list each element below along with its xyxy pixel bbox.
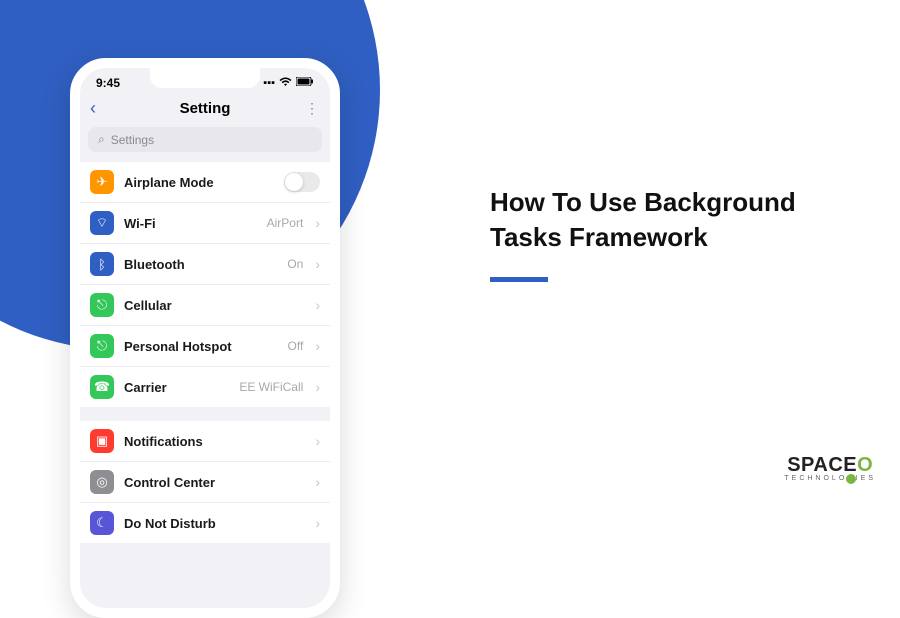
row-label: Notifications	[124, 434, 303, 449]
row-value: Off	[288, 339, 304, 353]
personal-hotspot-icon: ⎋	[90, 334, 114, 358]
more-button[interactable]: ⋮	[305, 100, 320, 117]
cellular-icon: ⎋	[90, 293, 114, 317]
settings-row-bluetooth[interactable]: ᛒ Bluetooth On ›	[80, 244, 330, 285]
status-time: 9:45	[96, 76, 120, 90]
headline: How To Use Background Tasks Framework	[490, 185, 796, 282]
control-center-icon: ◎	[90, 470, 114, 494]
notifications-icon: ▣	[90, 429, 114, 453]
settings-group-2: ▣ Notifications › ◎ Control Center › ☾ Do Not D…	[80, 421, 330, 543]
settings-row-do-not-disturb[interactable]: ☾ Do Not Disturb ›	[80, 503, 330, 543]
chevron-right-icon: ›	[315, 474, 320, 490]
back-button[interactable]: ‹	[90, 98, 96, 119]
chevron-right-icon: ›	[315, 256, 320, 272]
phone-screen: 9:45 ▪▪▪ ‹ Setting ⋮ ⌕ Settings ✈ Airplan…	[80, 68, 330, 608]
row-value: AirPort	[267, 216, 304, 230]
settings-row-cellular[interactable]: ⎋ Cellular ›	[80, 285, 330, 326]
settings-row-control-center[interactable]: ◎ Control Center ›	[80, 462, 330, 503]
signal-icon: ▪▪▪	[263, 77, 275, 89]
chevron-right-icon: ›	[315, 215, 320, 231]
row-value: EE WiFiCall	[239, 380, 303, 394]
brand-name-o: O	[857, 454, 873, 476]
page-title: Setting	[80, 100, 330, 117]
search-placeholder: Settings	[111, 133, 154, 147]
brand-sub: TECHNOLOGIES	[784, 475, 876, 482]
brand-name: SPACEO	[784, 454, 876, 477]
row-label: Control Center	[124, 475, 303, 490]
row-label: Personal Hotspot	[124, 339, 278, 354]
carrier-icon: ☎	[90, 375, 114, 399]
row-label: Wi-Fi	[124, 216, 257, 231]
search-icon: ⌕	[98, 132, 105, 147]
settings-row-personal-hotspot[interactable]: ⎋ Personal Hotspot Off ›	[80, 326, 330, 367]
headline-line1: How To Use Background	[490, 187, 796, 217]
row-label: Cellular	[124, 298, 303, 313]
chevron-right-icon: ›	[315, 433, 320, 449]
search-input[interactable]: ⌕ Settings	[88, 127, 322, 152]
row-label: Do Not Disturb	[124, 516, 303, 531]
bluetooth-icon: ᛒ	[90, 252, 114, 276]
battery-icon	[296, 77, 314, 89]
settings-row-notifications[interactable]: ▣ Notifications ›	[80, 421, 330, 462]
chevron-right-icon: ›	[315, 338, 320, 354]
settings-row-carrier[interactable]: ☎ Carrier EE WiFiCall ›	[80, 367, 330, 407]
settings-row-airplane-mode[interactable]: ✈ Airplane Mode	[80, 162, 330, 203]
phone-mockup: 9:45 ▪▪▪ ‹ Setting ⋮ ⌕ Settings ✈ Airplan…	[70, 58, 340, 618]
wifi-icon	[279, 77, 292, 90]
chevron-right-icon: ›	[315, 379, 320, 395]
row-label: Bluetooth	[124, 257, 277, 272]
wi-fi-icon: ⌔	[90, 211, 114, 235]
toggle-switch[interactable]	[284, 172, 320, 192]
headline-underline	[490, 277, 548, 282]
settings-group-1: ✈ Airplane Mode ⌔ Wi-Fi AirPort › ᛒ Bluetooth On…	[80, 162, 330, 407]
brand-logo: SPACEO TECHNOLOGIES	[784, 454, 876, 482]
row-label: Airplane Mode	[124, 175, 274, 190]
airplane-mode-icon: ✈	[90, 170, 114, 194]
chevron-right-icon: ›	[315, 297, 320, 313]
chevron-right-icon: ›	[315, 515, 320, 531]
brand-dot-icon	[846, 474, 856, 484]
phone-notch	[150, 68, 260, 88]
brand-name-pre: SPACE	[787, 454, 857, 476]
do-not-disturb-icon: ☾	[90, 511, 114, 535]
nav-bar: ‹ Setting ⋮	[80, 94, 330, 127]
status-indicators: ▪▪▪	[263, 77, 314, 90]
row-value: On	[287, 257, 303, 271]
settings-row-wi-fi[interactable]: ⌔ Wi-Fi AirPort ›	[80, 203, 330, 244]
headline-line2: Tasks Framework	[490, 222, 708, 252]
row-label: Carrier	[124, 380, 229, 395]
